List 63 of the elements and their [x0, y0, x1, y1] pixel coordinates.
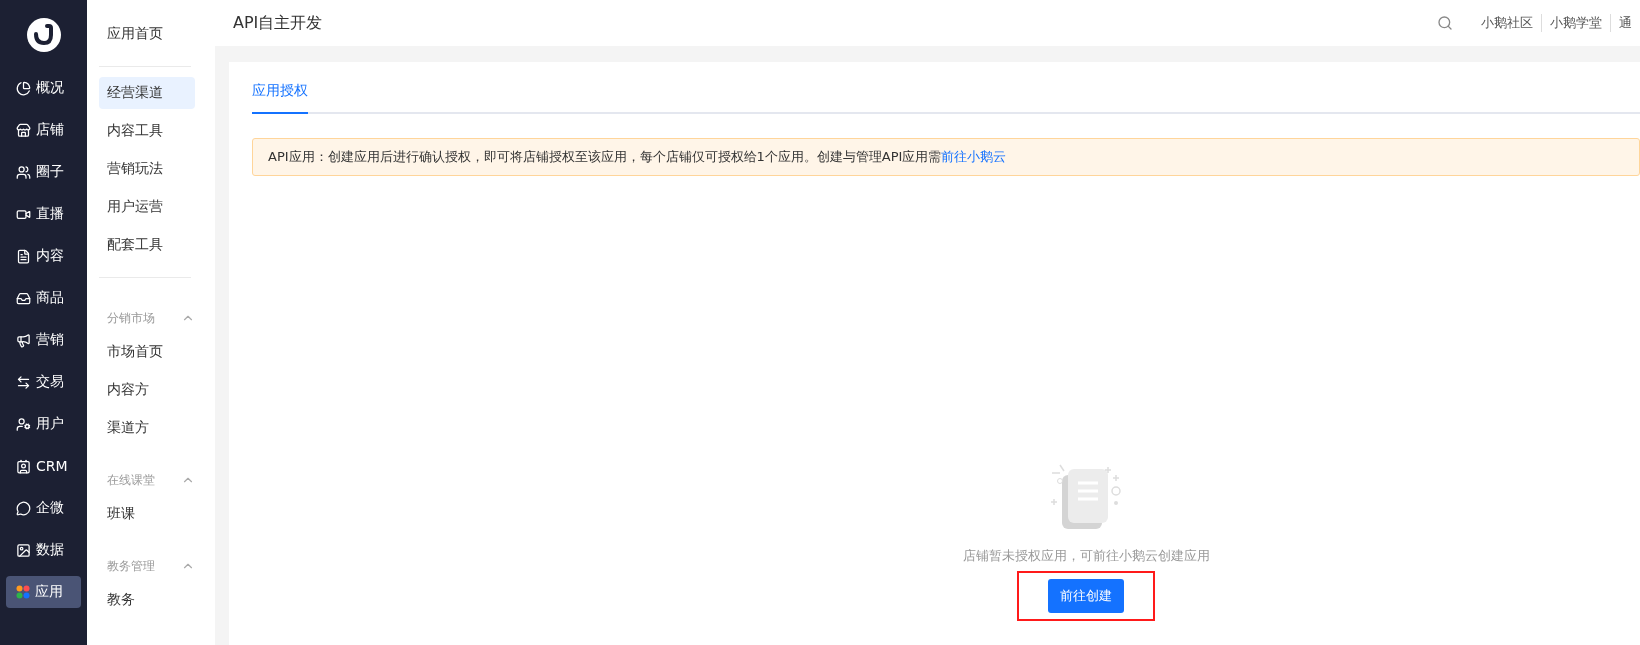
menu-item[interactable]: 班课 [99, 498, 195, 530]
nav-item[interactable]: 直播 [6, 198, 81, 230]
apps-icon [16, 585, 30, 599]
nav-item[interactable]: 概况 [6, 72, 81, 104]
nav-label: 直播 [36, 205, 64, 223]
nav-item[interactable]: CRM [6, 450, 81, 482]
nav-item[interactable]: 内容 [6, 240, 81, 272]
nav-label: 营销 [36, 331, 64, 349]
nav-item[interactable]: 应用 [6, 576, 81, 608]
nav-item[interactable]: 营销 [6, 324, 81, 356]
menu-item[interactable]: 市场首页 [99, 336, 195, 368]
notice-text: API应用：创建应用后进行确认授权，即可将店铺授权至该应用，每个店铺仅可授权给1个应用。创建与管理API应用需前往小鹅云 [268, 149, 1007, 164]
tab[interactable]: 应用授权 [252, 74, 308, 114]
group-title: 分销市场 [107, 309, 155, 327]
nav-label: CRM [36, 458, 68, 474]
empty-message: 店铺暂未授权应用，可前往小鹅云创建应用 [962, 547, 1210, 565]
menu-item[interactable]: 应用首页 [99, 18, 195, 50]
users-icon [16, 164, 31, 180]
pie-chart-icon [16, 80, 31, 96]
nav-item[interactable]: 数据 [6, 534, 81, 566]
document-icon [16, 248, 31, 264]
menu-item[interactable]: 教务 [99, 584, 195, 616]
nav-item[interactable]: 企微 [6, 492, 81, 524]
menu-item[interactable]: 配套工具 [99, 229, 195, 261]
menu-item[interactable]: 内容工具 [99, 115, 195, 147]
page-title: API自主开发 [233, 12, 324, 34]
nav-label: 圈子 [36, 163, 64, 181]
nav-label: 内容 [36, 247, 64, 265]
nav-item[interactable]: 圈子 [6, 156, 81, 188]
megaphone-icon [16, 332, 31, 348]
user-gear-icon [16, 416, 31, 432]
logo-icon [26, 18, 61, 52]
menu-item[interactable]: 渠道方 [99, 412, 195, 444]
nav-item[interactable]: 交易 [6, 366, 81, 398]
header-link[interactable]: 小鹅学堂 [1541, 14, 1610, 32]
header-link[interactable]: 小鹅社区 [1473, 14, 1541, 32]
search-icon[interactable] [1437, 15, 1453, 31]
nav-label: 用户 [36, 415, 64, 433]
group-title: 教务管理 [107, 557, 155, 575]
menu-item[interactable]: 营销玩法 [99, 153, 195, 185]
menu-item[interactable]: 用户运营 [99, 191, 195, 223]
group-title: 在线课堂 [107, 471, 155, 489]
notice-link[interactable]: 前往小鹅云 [941, 149, 1007, 164]
store-icon [16, 122, 31, 138]
contact-icon [16, 458, 31, 474]
nav-label: 交易 [36, 373, 64, 391]
nav-label: 应用 [35, 583, 63, 601]
arrows-icon [16, 374, 31, 390]
nav-item[interactable]: 用户 [6, 408, 81, 440]
create-button[interactable]: 前往创建 [1048, 579, 1124, 613]
nav-label: 概况 [36, 79, 64, 97]
nav-label: 企微 [36, 499, 64, 517]
chat-icon [16, 500, 31, 516]
header-link[interactable]: 通 [1610, 14, 1640, 32]
menu-item[interactable]: 经营渠道 [99, 77, 195, 109]
image-icon [16, 542, 31, 558]
nav-item[interactable]: 店铺 [6, 114, 81, 146]
inbox-icon [16, 290, 31, 306]
nav-label: 数据 [36, 541, 64, 559]
nav-label: 店铺 [36, 121, 64, 139]
nav-label: 商品 [36, 289, 64, 307]
nav-item[interactable]: 商品 [6, 282, 81, 314]
menu-item[interactable]: 内容方 [99, 374, 195, 406]
